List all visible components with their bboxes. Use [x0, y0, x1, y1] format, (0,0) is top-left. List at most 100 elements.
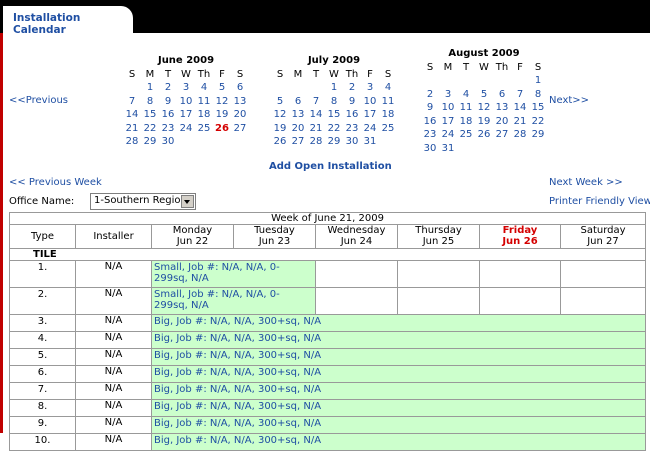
calendar-day[interactable]: 4: [379, 81, 397, 95]
calendar-day[interactable]: 7: [123, 95, 141, 109]
calendar-day[interactable]: 28: [511, 128, 529, 142]
calendar-day[interactable]: 20: [231, 108, 249, 122]
empty-day-cell[interactable]: [479, 260, 561, 288]
empty-day-cell[interactable]: [559, 287, 647, 315]
calendar-day[interactable]: 21: [307, 122, 325, 136]
empty-day-cell[interactable]: [559, 260, 647, 288]
calendar-day[interactable]: 13: [493, 101, 511, 115]
calendar-day[interactable]: 21: [511, 115, 529, 129]
calendar-day[interactable]: 31: [439, 142, 457, 156]
chevron-down-icon[interactable]: [181, 195, 194, 208]
calendar-day[interactable]: 8: [529, 88, 547, 102]
previous-month-link[interactable]: <<Previous: [9, 95, 68, 106]
calendar-day[interactable]: 17: [361, 108, 379, 122]
empty-day-cell[interactable]: [479, 287, 561, 315]
calendar-day[interactable]: 11: [195, 95, 213, 109]
calendar-day[interactable]: 14: [511, 101, 529, 115]
calendar-day[interactable]: 14: [123, 108, 141, 122]
calendar-day[interactable]: 10: [439, 101, 457, 115]
next-month-link[interactable]: Next>>: [549, 95, 589, 106]
calendar-day[interactable]: 12: [475, 101, 493, 115]
empty-day-cell[interactable]: [315, 260, 398, 288]
job-cell[interactable]: Big, Job #: N/A, N/A, 300+sq, N/A: [150, 331, 647, 349]
printer-friendly-link[interactable]: Printer Friendly View: [549, 196, 650, 207]
job-cell[interactable]: Big, Job #: N/A, N/A, 300+sq, N/A: [150, 416, 647, 434]
calendar-day[interactable]: 5: [475, 88, 493, 102]
calendar-day[interactable]: 5: [213, 81, 231, 95]
add-open-installation-link[interactable]: Add Open Installation: [269, 161, 392, 172]
calendar-day[interactable]: 9: [421, 101, 439, 115]
calendar-day[interactable]: 11: [457, 101, 475, 115]
calendar-day[interactable]: 25: [379, 122, 397, 136]
calendar-day[interactable]: 13: [231, 95, 249, 109]
calendar-day[interactable]: 30: [421, 142, 439, 156]
empty-day-cell[interactable]: [397, 260, 480, 288]
calendar-day[interactable]: 23: [159, 122, 177, 136]
calendar-day[interactable]: 17: [177, 108, 195, 122]
installer-cell[interactable]: N/A: [75, 260, 152, 288]
calendar-day[interactable]: 3: [439, 88, 457, 102]
calendar-day[interactable]: 19: [475, 115, 493, 129]
calendar-day[interactable]: 15: [141, 108, 159, 122]
calendar-day[interactable]: 28: [123, 135, 141, 149]
calendar-day[interactable]: 22: [529, 115, 547, 129]
calendar-day[interactable]: 14: [307, 108, 325, 122]
job-cell[interactable]: Big, Job #: N/A, N/A, 300+sq, N/A: [150, 348, 647, 366]
calendar-day[interactable]: 2: [343, 81, 361, 95]
calendar-day[interactable]: 3: [177, 81, 195, 95]
job-cell[interactable]: Big, Job #: N/A, N/A, 300+sq, N/A: [150, 399, 647, 417]
calendar-day[interactable]: 18: [379, 108, 397, 122]
calendar-day[interactable]: 8: [141, 95, 159, 109]
calendar-day[interactable]: 2: [159, 81, 177, 95]
calendar-day[interactable]: 13: [289, 108, 307, 122]
calendar-day[interactable]: 20: [493, 115, 511, 129]
installer-cell[interactable]: N/A: [75, 433, 152, 451]
installer-cell[interactable]: N/A: [75, 287, 152, 315]
calendar-day[interactable]: 26: [213, 122, 231, 136]
calendar-day[interactable]: 1: [529, 74, 547, 88]
calendar-day[interactable]: 7: [307, 95, 325, 109]
calendar-day[interactable]: 24: [439, 128, 457, 142]
calendar-day[interactable]: 15: [325, 108, 343, 122]
calendar-day[interactable]: 30: [343, 135, 361, 149]
installer-cell[interactable]: N/A: [75, 365, 152, 383]
calendar-day[interactable]: 9: [159, 95, 177, 109]
empty-day-cell[interactable]: [315, 287, 398, 315]
calendar-day[interactable]: 24: [361, 122, 379, 136]
installer-cell[interactable]: N/A: [75, 314, 152, 332]
calendar-day[interactable]: 23: [421, 128, 439, 142]
calendar-day[interactable]: 24: [177, 122, 195, 136]
calendar-day[interactable]: 29: [529, 128, 547, 142]
calendar-day[interactable]: 29: [141, 135, 159, 149]
calendar-day[interactable]: 16: [421, 115, 439, 129]
installer-cell[interactable]: N/A: [75, 399, 152, 417]
installer-cell[interactable]: N/A: [75, 331, 152, 349]
calendar-day[interactable]: 29: [325, 135, 343, 149]
calendar-day[interactable]: 19: [213, 108, 231, 122]
calendar-day[interactable]: 17: [439, 115, 457, 129]
tab-installation-calendar[interactable]: Installation Calendar: [3, 6, 133, 36]
calendar-day[interactable]: 10: [177, 95, 195, 109]
empty-day-cell[interactable]: [397, 287, 480, 315]
calendar-day[interactable]: 6: [289, 95, 307, 109]
calendar-day[interactable]: 19: [271, 122, 289, 136]
calendar-day[interactable]: 16: [159, 108, 177, 122]
calendar-day[interactable]: 27: [231, 122, 249, 136]
job-cell[interactable]: Big, Job #: N/A, N/A, 300+sq, N/A: [150, 365, 647, 383]
installer-cell[interactable]: N/A: [75, 382, 152, 400]
job-cell[interactable]: Big, Job #: N/A, N/A, 300+sq, N/A: [150, 433, 647, 451]
calendar-day[interactable]: 9: [343, 95, 361, 109]
calendar-day[interactable]: 31: [361, 135, 379, 149]
calendar-day[interactable]: 5: [271, 95, 289, 109]
calendar-day[interactable]: 11: [379, 95, 397, 109]
calendar-day[interactable]: 27: [493, 128, 511, 142]
job-cell[interactable]: Small, Job #: N/A, N/A, 0-299sq, N/A: [151, 287, 316, 315]
calendar-day[interactable]: 26: [475, 128, 493, 142]
calendar-day[interactable]: 20: [289, 122, 307, 136]
calendar-day[interactable]: 3: [361, 81, 379, 95]
calendar-day[interactable]: 18: [195, 108, 213, 122]
office-select[interactable]: 1-Southern Region: [90, 193, 196, 210]
calendar-day[interactable]: 4: [457, 88, 475, 102]
calendar-day[interactable]: 6: [493, 88, 511, 102]
calendar-day[interactable]: 6: [231, 81, 249, 95]
